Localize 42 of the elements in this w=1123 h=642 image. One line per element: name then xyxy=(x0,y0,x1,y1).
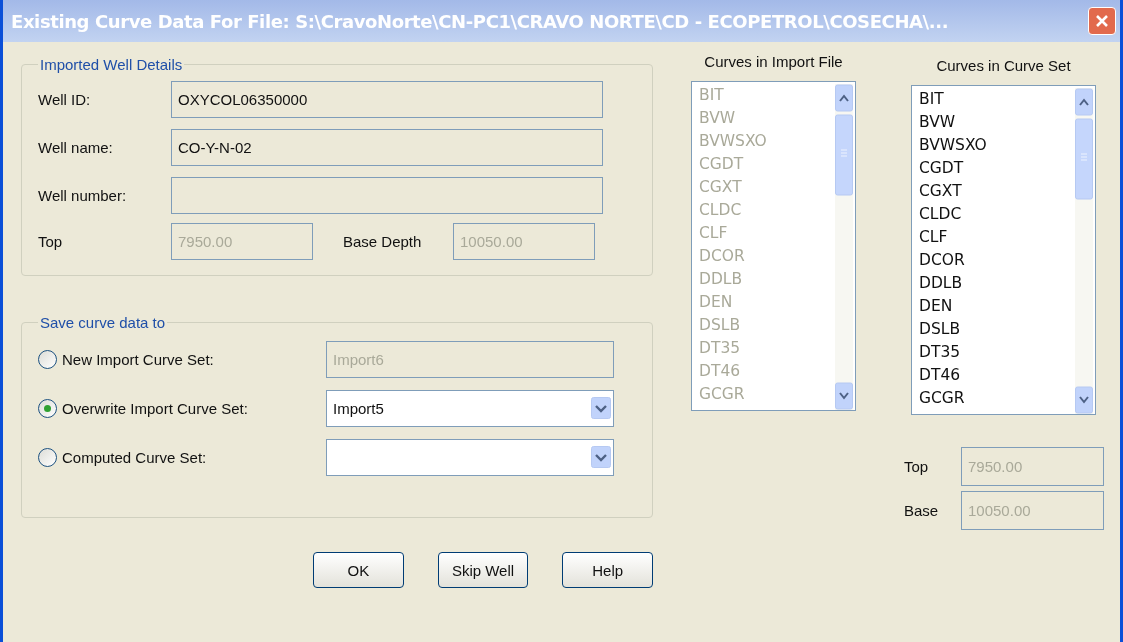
list-item[interactable]: BVWSXO xyxy=(919,134,987,157)
field-label: Well name: xyxy=(38,138,114,156)
radio-button[interactable] xyxy=(38,447,57,467)
radio-button[interactable] xyxy=(38,398,57,418)
group-legend: Save curve data to xyxy=(38,314,168,331)
dialog-button[interactable]: OK xyxy=(313,552,404,588)
radio-label[interactable]: Computed Curve Set: xyxy=(57,448,326,466)
text-field[interactable]: CO-Y-N-02 xyxy=(171,128,603,166)
field-label: Base xyxy=(904,502,940,519)
close-button[interactable] xyxy=(1088,7,1116,35)
list-item[interactable]: BIT xyxy=(919,88,987,111)
list-item[interactable]: CLDC xyxy=(919,203,987,226)
list-item[interactable]: CGDT xyxy=(919,157,987,180)
text-field[interactable] xyxy=(171,176,603,214)
list-item[interactable]: GCGR xyxy=(919,387,987,410)
list-title: Curves in Import File xyxy=(703,51,844,72)
curve-list[interactable]: BIT BVW BVWSXO CGDT CGXT CLDC CLF DCOR DDLB DEN DSLB DT35 DT46 GCGR xyxy=(911,85,1096,415)
list-item[interactable]: DSLB xyxy=(919,318,987,341)
dropdown[interactable]: Import5 xyxy=(326,389,614,427)
list-item[interactable]: CGXT xyxy=(919,180,987,203)
list-item[interactable]: DT35 xyxy=(919,341,987,364)
list-item[interactable]: DCOR xyxy=(919,249,987,272)
list-item[interactable]: DEN xyxy=(919,295,987,318)
field-label: Well number: xyxy=(38,186,128,204)
radio-label[interactable]: Overwrite Import Curve Set: xyxy=(57,399,326,417)
field-label: Top xyxy=(38,233,64,250)
scrollbar[interactable] xyxy=(1075,88,1093,414)
group-legend: Imported Well Details xyxy=(38,56,185,73)
dialog-button[interactable]: Help xyxy=(562,552,653,588)
list-title: Curves in Curve Set xyxy=(935,55,1072,76)
dropdown[interactable] xyxy=(326,438,614,476)
list-item[interactable]: DT46 xyxy=(919,364,987,387)
list-item[interactable]: CLF xyxy=(919,226,987,249)
list-item[interactable]: DDLB xyxy=(919,272,987,295)
window-title: Existing Curve Data For File: S:\CravoNorte\CN-PC1\CRAVO NORTE\CD - ECOPETROL\COSECHA\... xyxy=(11,10,949,32)
field-label: Base Depth xyxy=(342,233,423,250)
field-label: Top xyxy=(904,458,930,475)
close-icon xyxy=(1094,13,1110,29)
dialog-button[interactable]: Skip Well xyxy=(437,552,529,588)
list-item[interactable]: BVW xyxy=(919,111,987,134)
field-label: Well ID: xyxy=(38,90,92,108)
text-field[interactable]: OXYCOL06350000 xyxy=(171,80,603,118)
